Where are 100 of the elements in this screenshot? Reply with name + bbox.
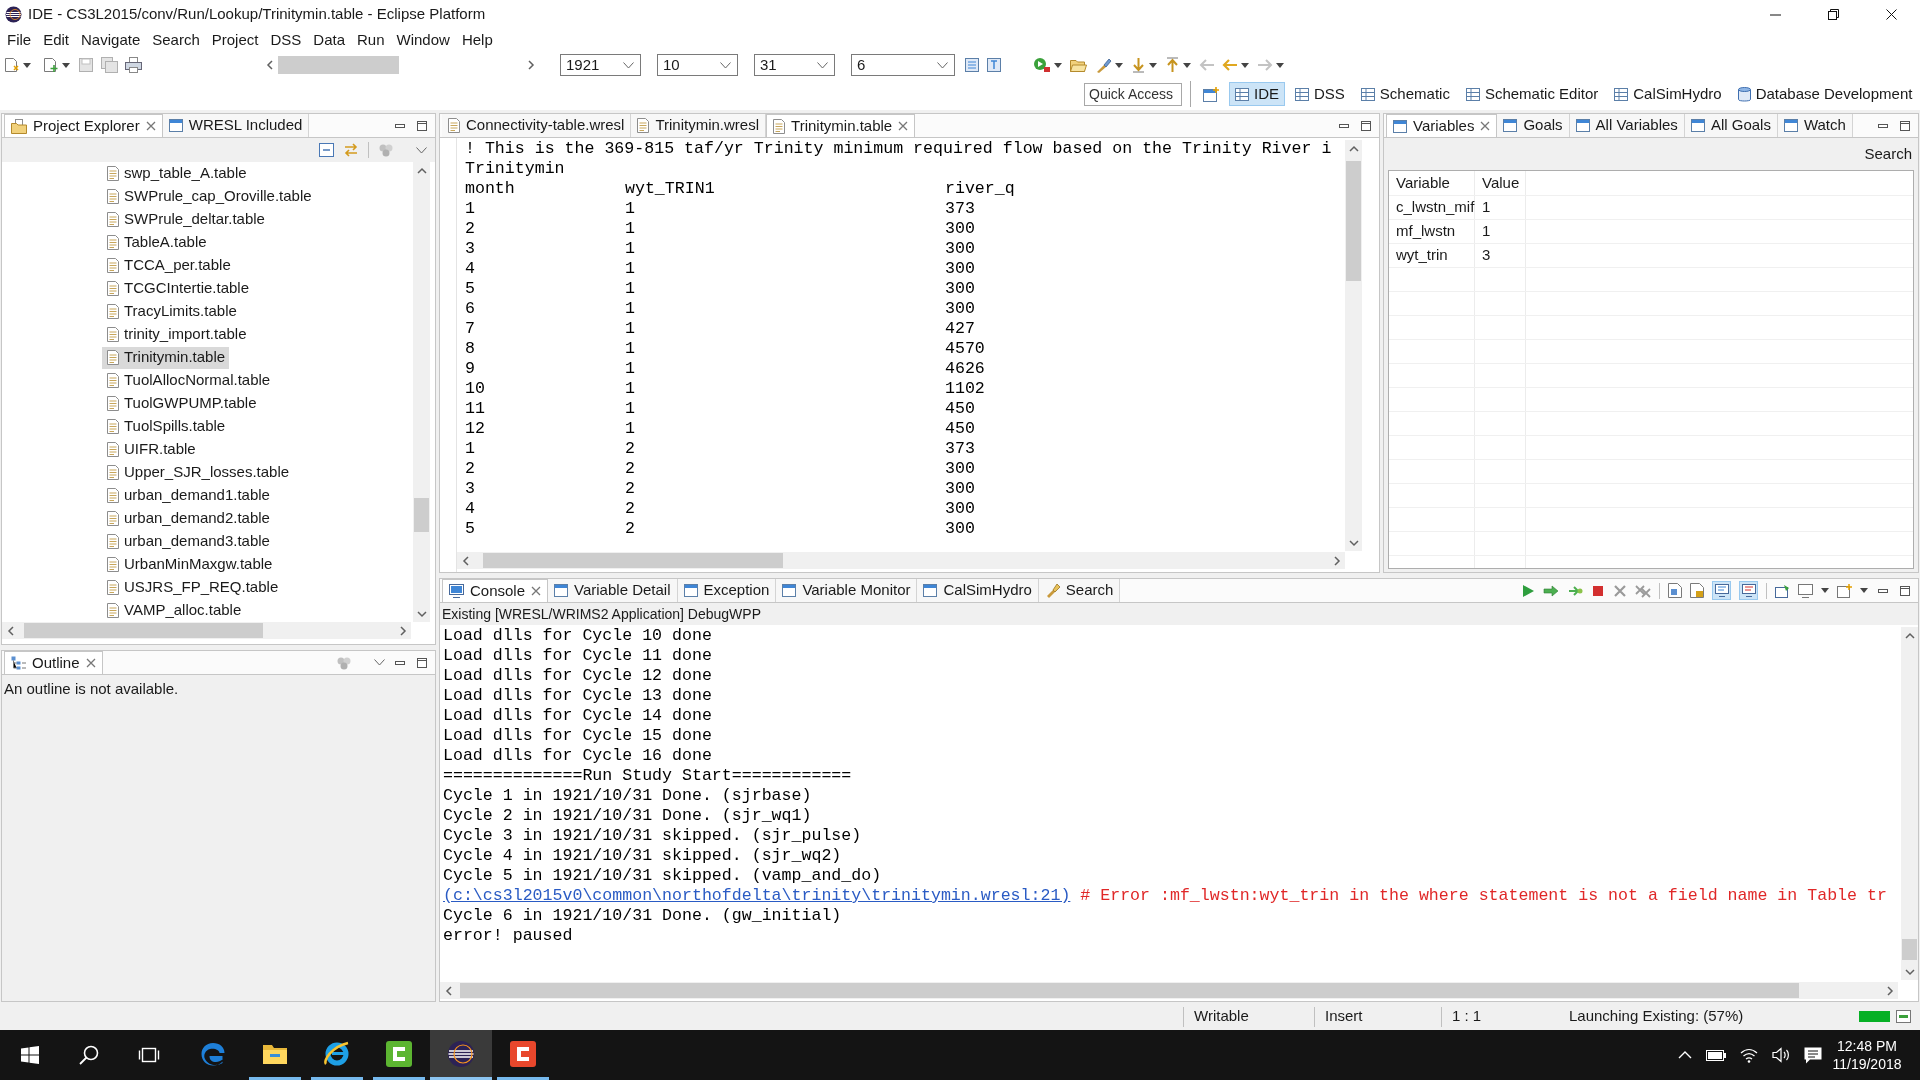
perspective-button[interactable]: DSS <box>1289 82 1351 106</box>
tree-item[interactable]: Trinitymin.table <box>102 346 230 369</box>
caret-down-icon[interactable] <box>1276 62 1284 68</box>
menu-item[interactable]: Window <box>390 29 456 52</box>
tree-item[interactable]: TuolGWPUMP.table <box>102 392 261 415</box>
double-x-icon[interactable] <box>1635 583 1651 598</box>
maximize-icon[interactable] <box>415 655 429 670</box>
menu-item[interactable]: Data <box>307 29 351 52</box>
file-link[interactable]: (c:\cs3l2015v0\common\northofdelta\trinity\trinitymin.wresl:21) <box>443 886 1071 906</box>
caret-down-icon[interactable] <box>1860 588 1868 593</box>
taskbar-app[interactable] <box>430 1030 492 1080</box>
tab[interactable]: Outline <box>4 651 103 674</box>
menu-item[interactable]: Search <box>146 29 206 52</box>
dropdown[interactable]: 31 <box>754 54 835 76</box>
chevron-right-icon[interactable] <box>527 60 535 70</box>
menu-item[interactable]: Run <box>351 29 391 52</box>
play-icon[interactable] <box>1521 583 1535 598</box>
perspective-button[interactable]: Schematic Editor <box>1459 82 1605 106</box>
minimize-icon[interactable] <box>1769 13 1781 16</box>
chevron-down-icon[interactable] <box>720 61 731 69</box>
menu-item[interactable]: File <box>1 29 38 52</box>
tab[interactable]: Goals <box>1497 114 1570 137</box>
caret-down-icon[interactable] <box>1054 62 1062 68</box>
maximize-icon[interactable] <box>1898 118 1912 133</box>
step-over-icon[interactable] <box>1567 583 1583 598</box>
close-icon[interactable] <box>1885 9 1897 20</box>
tree-item[interactable]: VAMP_alloc.table <box>102 599 246 622</box>
wifi-icon[interactable] <box>1740 1047 1758 1063</box>
vertical-scrollbar[interactable] <box>1345 140 1362 551</box>
notification-icon[interactable] <box>1804 1046 1822 1064</box>
chevron-down-icon[interactable] <box>374 659 385 666</box>
window-plus-icon[interactable] <box>1203 86 1219 102</box>
perspective-button[interactable]: IDE <box>1229 82 1285 106</box>
monitor-icon[interactable] <box>1741 584 1756 597</box>
tab[interactable]: Search <box>1038 579 1121 602</box>
vertical-scrollbar[interactable] <box>1901 627 1918 980</box>
tab[interactable]: Watch <box>1777 114 1853 137</box>
menu-item[interactable]: Help <box>455 29 499 52</box>
tree-item[interactable]: Upper_SJR_losses.table <box>102 461 294 484</box>
tree-item[interactable]: trinity_import.table <box>102 323 251 346</box>
chevron-left-icon[interactable] <box>461 555 470 566</box>
perspective-button[interactable]: Schematic <box>1354 82 1456 106</box>
tree-item[interactable]: SWPrule_deltar.table <box>102 208 269 231</box>
chevron-down-icon[interactable] <box>416 146 427 154</box>
dropdown[interactable]: 6 <box>851 54 955 76</box>
brush-icon[interactable] <box>1095 57 1112 73</box>
tab[interactable]: Trinitymin.wresl <box>631 114 767 137</box>
horizontal-scrollbar[interactable] <box>440 982 1898 999</box>
window-bar-icon[interactable] <box>1896 1010 1911 1023</box>
tab[interactable]: Exception <box>677 579 777 602</box>
scrollbar-thumb[interactable] <box>24 623 263 638</box>
tab[interactable]: WRESL Included <box>162 114 310 137</box>
caret-down-icon[interactable] <box>62 62 70 68</box>
window-corner-icon[interactable] <box>1775 583 1790 598</box>
scrollbar-thumb[interactable] <box>1902 939 1917 960</box>
tree-item[interactable]: TuolAllocNormal.table <box>102 369 275 392</box>
dots-icon[interactable] <box>378 143 394 157</box>
scrollbar-thumb[interactable] <box>460 983 1799 998</box>
battery-icon[interactable] <box>1706 1049 1726 1061</box>
chevron-down-icon[interactable] <box>817 61 828 69</box>
caret-down-icon[interactable] <box>1241 62 1249 68</box>
tab[interactable]: Trinitymin.table <box>766 114 916 137</box>
new-file-icon[interactable] <box>4 57 20 73</box>
menu-item[interactable]: Project <box>205 29 265 52</box>
scrollbar-thumb[interactable] <box>483 553 783 568</box>
menu-item[interactable]: DSS <box>264 29 308 52</box>
chevron-right-icon[interactable] <box>1885 985 1894 996</box>
tree-item[interactable]: UIFR.table <box>102 438 200 461</box>
tree-item[interactable]: urban_demand3.table <box>102 530 274 553</box>
caret-down-icon[interactable] <box>1821 588 1829 593</box>
x-icon[interactable] <box>1613 583 1627 598</box>
open-folder-icon[interactable] <box>1070 57 1087 73</box>
tab[interactable]: Variable Detail <box>548 579 678 602</box>
search-icon[interactable] <box>79 1045 99 1065</box>
chevron-down-icon[interactable] <box>1348 538 1359 547</box>
tab[interactable]: Connectivity-table.wresl <box>442 114 632 137</box>
scrollbar-thumb[interactable] <box>414 498 429 532</box>
chevron-right-icon[interactable] <box>398 625 407 636</box>
tree-item[interactable]: TCGCIntertie.table <box>102 277 254 300</box>
vertical-scrollbar[interactable] <box>413 162 430 622</box>
add-file-icon[interactable] <box>43 57 59 73</box>
run-icon[interactable] <box>1033 57 1051 73</box>
chevron-down-icon[interactable] <box>416 609 427 618</box>
tab[interactable]: Console <box>442 579 549 602</box>
tree-item[interactable]: SWPrule_cap_Oroville.table <box>102 185 316 208</box>
list-panel-icon[interactable] <box>965 58 979 72</box>
tree-item[interactable]: UrbanMinMaxgw.table <box>102 553 277 576</box>
printer-icon[interactable] <box>125 57 142 73</box>
tab[interactable]: All Variables <box>1569 114 1685 137</box>
tab[interactable]: Project Explorer <box>4 114 163 137</box>
restore-icon[interactable] <box>1827 9 1839 20</box>
dropdown[interactable]: 10 <box>657 54 738 76</box>
tree-item[interactable]: TuolSpills.table <box>102 415 230 438</box>
tab[interactable]: Variables <box>1386 114 1498 137</box>
caret-down-icon[interactable] <box>1149 62 1157 68</box>
chevron-down-icon[interactable] <box>937 61 948 69</box>
search-button[interactable]: Search <box>1864 142 1912 166</box>
dots-icon[interactable] <box>336 655 352 670</box>
caret-down-icon[interactable] <box>1183 62 1191 68</box>
tab[interactable]: All Goals <box>1684 114 1778 137</box>
